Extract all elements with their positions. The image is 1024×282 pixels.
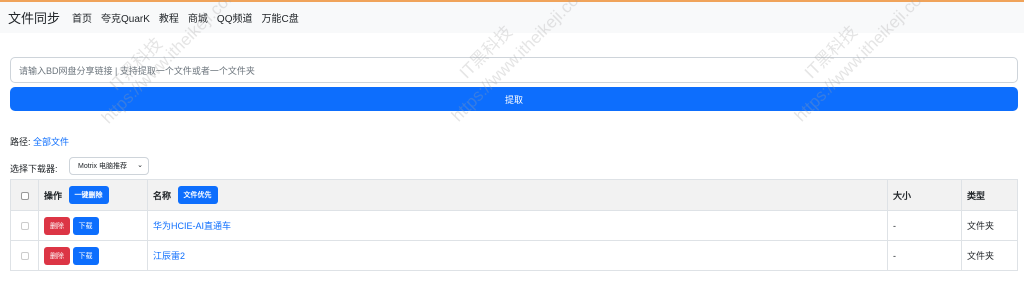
file-table: 操作 一键删除 名称 文件优先 大小 类型 删除 下载 华为HCIE-AI直通车… bbox=[10, 179, 1018, 271]
path-breadcrumb: 路径: 全部文件 bbox=[10, 135, 69, 148]
size-header: 大小 bbox=[887, 179, 962, 211]
download-button[interactable]: 下载 bbox=[72, 246, 99, 265]
nav-shop[interactable]: 商城 bbox=[188, 10, 208, 25]
path-label: 路径: bbox=[10, 137, 31, 147]
extract-button[interactable]: 提取 bbox=[10, 87, 1018, 111]
nav-quark[interactable]: 夸克QuarK bbox=[101, 10, 150, 25]
top-navbar: 文件同步 首页 夸克QuarK 教程 商城 QQ频道 万能C盘 bbox=[0, 0, 1024, 33]
row-ops-cell: 删除 下载 bbox=[38, 210, 148, 241]
nav-tutorial[interactable]: 教程 bbox=[159, 10, 179, 25]
row-size: - bbox=[887, 240, 962, 271]
table-row: 删除 下载 华为HCIE-AI直通车 - 文件夹 bbox=[10, 210, 1018, 241]
chevron-down-icon: ⌄ bbox=[137, 162, 143, 169]
row-name-cell: 江辰雷2 bbox=[147, 240, 888, 271]
brand-title[interactable]: 文件同步 bbox=[8, 8, 60, 27]
row-name-cell: 华为HCIE-AI直通车 bbox=[147, 210, 888, 241]
table-row: 删除 下载 江辰雷2 - 文件夹 bbox=[10, 240, 1018, 271]
row-checkbox[interactable] bbox=[20, 252, 29, 261]
downloader-select[interactable]: Motrix 电脑推荐 ⌄ bbox=[69, 157, 149, 175]
file-name-link[interactable]: 江辰雷2 bbox=[153, 251, 185, 261]
file-priority-button[interactable]: 文件优先 bbox=[177, 186, 218, 204]
row-type: 文件夹 bbox=[961, 240, 1018, 271]
delete-button[interactable]: 删除 bbox=[44, 216, 70, 235]
header-ops-cell: 操作 一键删除 bbox=[38, 179, 148, 211]
downloader-selected-value: Motrix 电脑推荐 bbox=[78, 163, 127, 170]
row-checkbox-cell bbox=[10, 240, 39, 271]
share-link-input[interactable]: 请输入BD网盘分享链接 | 支持提取一个文件或者一个文件夹 bbox=[10, 57, 1018, 83]
row-ops-cell: 删除 下载 bbox=[38, 240, 148, 271]
bulk-delete-button[interactable]: 一键删除 bbox=[68, 186, 109, 204]
share-link-placeholder: 请输入BD网盘分享链接 | 支持提取一个文件或者一个文件夹 bbox=[19, 65, 255, 76]
type-header: 类型 bbox=[961, 179, 1018, 211]
name-header-label: 名称 bbox=[153, 190, 172, 201]
select-all-checkbox[interactable] bbox=[20, 191, 29, 200]
download-button[interactable]: 下载 bbox=[72, 216, 99, 235]
nav-qq-channel[interactable]: QQ频道 bbox=[217, 10, 253, 25]
file-name-link[interactable]: 华为HCIE-AI直通车 bbox=[153, 221, 231, 231]
row-type: 文件夹 bbox=[961, 210, 1018, 241]
row-checkbox[interactable] bbox=[20, 222, 29, 231]
header-name-cell: 名称 文件优先 bbox=[147, 179, 888, 211]
header-checkbox-cell bbox=[10, 179, 39, 211]
nav-c-drive[interactable]: 万能C盘 bbox=[261, 10, 298, 25]
table-header-row: 操作 一键删除 名称 文件优先 大小 类型 bbox=[10, 179, 1018, 211]
delete-button[interactable]: 删除 bbox=[44, 246, 70, 265]
path-all-files-link[interactable]: 全部文件 bbox=[33, 137, 69, 147]
nav-home[interactable]: 首页 bbox=[72, 10, 92, 25]
downloader-label: 选择下载器: bbox=[10, 164, 58, 174]
ops-header-label: 操作 bbox=[44, 190, 63, 201]
row-size: - bbox=[887, 210, 962, 241]
row-checkbox-cell bbox=[10, 210, 39, 241]
